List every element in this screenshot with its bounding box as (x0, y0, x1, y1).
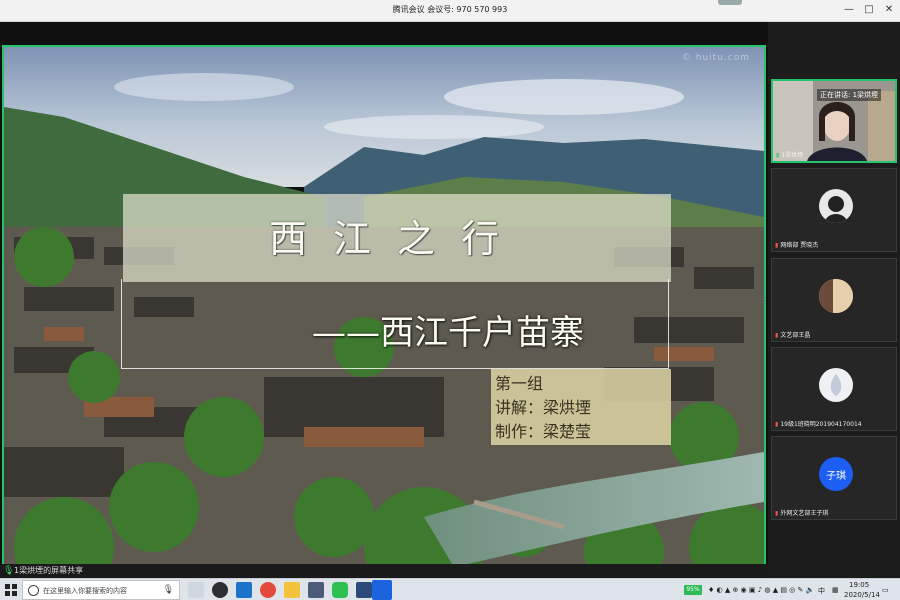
tencent-meeting-icon[interactable] (372, 580, 392, 600)
notifications-icon[interactable]: ▭ (882, 586, 889, 594)
screen-share-label: 1梁烘堙的屏幕共享 (14, 566, 84, 575)
mic-icon: 🎙 (3, 566, 15, 576)
start-menu-icon[interactable] (3, 582, 19, 598)
mic-muted-icon: ▮ (775, 421, 779, 428)
slide-title: 西江之行 (268, 217, 525, 261)
window-titlebar: 腾讯会议 会议号: 970 570 993 — □ ✕ (0, 0, 900, 22)
mic-muted-icon: ▮ (775, 510, 779, 517)
maximize-button[interactable]: □ (860, 2, 878, 18)
app-icon[interactable] (212, 582, 228, 598)
participant-avatar (819, 368, 853, 402)
participant-name: ▮ 网络部 贾晓杰 (775, 242, 819, 249)
file-explorer-icon[interactable] (284, 582, 300, 598)
participant-name: ▮ 文艺部王晶 (775, 332, 811, 339)
participant-tile-active-speaker[interactable]: 正在讲话: 1梁烘堙 ▮ 1梁烘堙 (771, 79, 897, 163)
chrome-icon[interactable] (260, 582, 276, 598)
clock-time[interactable]: 19:05 (849, 581, 869, 589)
speaking-indicator: 正在讲话: 1梁烘堙 (817, 89, 882, 101)
store-icon[interactable] (308, 582, 324, 598)
search-input[interactable]: 在这里输入你要搜索的内容 (43, 586, 127, 596)
participant-name: ▮ 1梁烘堙 (776, 152, 804, 159)
participant-tile[interactable]: ▮ 文艺部王晶 (771, 258, 897, 342)
collapse-panel-icon[interactable]: ‹ (762, 294, 766, 305)
participant-tile[interactable]: 子琪 ▮ 外网文艺部王子琪 (771, 436, 897, 520)
tray-icons[interactable]: ♦ ◐ ▲ ⊕ ◉ ▣ ♪ ◍ ▲ ▤ ◎ ✎ 🔈 (708, 586, 814, 594)
screen-share-status: 🎙 1梁烘堙的屏幕共享 (0, 564, 768, 578)
grid-icon[interactable]: ▦ (832, 586, 839, 594)
mic-muted-icon: ▮ (775, 242, 779, 249)
window-title: 腾讯会议 会议号: 970 570 993 (392, 5, 508, 14)
cortana-icon (28, 585, 39, 596)
mic-on-icon: ▮ (776, 152, 780, 159)
participant-name: ▮ 19级1班晓明201904170014 (775, 421, 862, 428)
taskbar-search[interactable]: 在这里输入你要搜索的内容 🎙 (22, 580, 180, 600)
slide-watermark: © huitu.com (681, 53, 750, 63)
slide-group: 第一组 (495, 374, 544, 393)
windows-taskbar: 在这里输入你要搜索的内容 🎙 95% ♦ ◐ ▲ ⊕ ◉ ▣ ♪ ◍ ▲ ▤ ◎… (0, 578, 900, 600)
participant-avatar: 子琪 (819, 457, 853, 491)
mic-muted-icon: ▮ (775, 332, 779, 339)
shared-screen-area: © huitu.com 西江之行 ——西江千户苗寨 第一组 讲解：梁烘堙 制作：… (0, 22, 768, 575)
task-view-icon[interactable] (188, 582, 204, 598)
slide-producer: 制作：梁楚莹 (495, 422, 592, 441)
close-button[interactable]: ✕ (880, 2, 898, 18)
participant-avatar (819, 189, 853, 223)
participant-avatar (819, 279, 853, 313)
participant-name: ▮ 外网文艺部王子琪 (775, 510, 829, 517)
participant-tile[interactable]: ▮ 19级1班晓明201904170014 (771, 347, 897, 431)
participant-tile[interactable]: ▮ 网络部 贾晓杰 (771, 168, 897, 252)
slide-credits-box: 第一组 讲解：梁烘堙 制作：梁楚莹 (491, 369, 671, 445)
battery-indicator[interactable]: 95% (684, 585, 702, 595)
minimize-button[interactable]: — (840, 2, 858, 18)
slide-subtitle: ——西江千户苗寨 (312, 313, 584, 353)
slide-narrator: 讲解：梁烘堙 (495, 398, 592, 417)
edge-icon[interactable] (236, 582, 252, 598)
voice-search-icon[interactable]: 🎙 (163, 585, 174, 595)
slide-title-box: 西江之行 (123, 194, 671, 282)
meeting-app: 腾讯会议 会议号: 970 570 993 — □ ✕ © huitu.com … (0, 0, 900, 600)
wechat-icon[interactable] (332, 582, 348, 598)
participants-panel: ‹ 正在讲话: 1梁烘堙 ▮ 1梁烘堙 ▮ 网络部 贾晓杰 ▮ 文艺部王晶 ▮ … (762, 22, 900, 578)
ime-indicator[interactable]: 中 (818, 586, 825, 596)
steam-icon[interactable] (356, 582, 372, 598)
clock-date[interactable]: 2020/5/14 (844, 591, 880, 599)
